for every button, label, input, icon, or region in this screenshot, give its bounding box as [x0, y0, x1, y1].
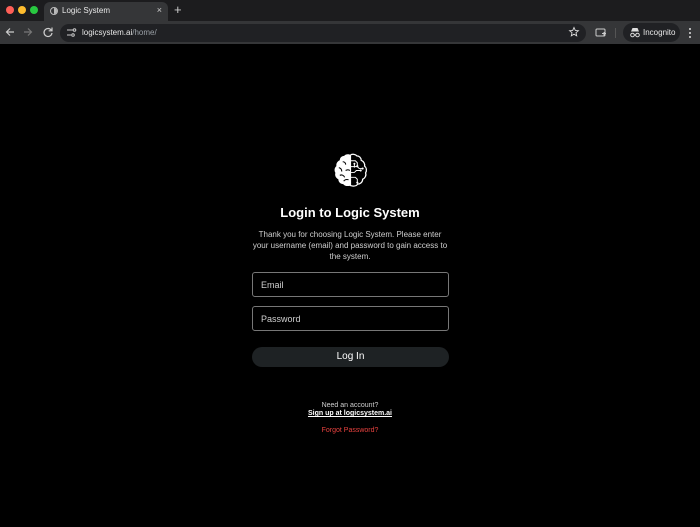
signup-link[interactable]: Sign up at logicsystem.ai: [0, 410, 700, 417]
login-button[interactable]: Log In: [252, 347, 449, 367]
browser-tabstrip: Logic System × +: [0, 0, 700, 21]
page-title: Login to Logic System: [280, 205, 420, 220]
media-controls-icon[interactable]: [595, 27, 607, 39]
incognito-label: Incognito: [643, 28, 676, 37]
incognito-indicator[interactable]: Incognito: [623, 23, 680, 42]
back-arrow-icon[interactable]: [4, 26, 16, 38]
forgot-password-link[interactable]: Forgot Password?: [0, 427, 700, 434]
forward-arrow-icon[interactable]: [22, 26, 34, 38]
page-subtitle: Thank you for choosing Logic System. Ple…: [252, 230, 448, 261]
site-info-icon[interactable]: [66, 27, 77, 38]
browser-toolbar: logicsystem.ai/home/ Incognito: [0, 21, 700, 44]
tab-close-button[interactable]: ×: [157, 5, 162, 15]
new-tab-button[interactable]: +: [174, 2, 182, 17]
address-bar[interactable]: logicsystem.ai/home/: [60, 24, 586, 42]
email-field[interactable]: [252, 272, 449, 297]
tab-title: Logic System: [62, 6, 111, 15]
tab-favicon-icon: [50, 7, 58, 15]
close-window-button[interactable]: [6, 6, 14, 14]
url-text[interactable]: logicsystem.ai/home/: [82, 28, 157, 37]
incognito-icon: [630, 28, 640, 38]
url-host: logicsystem.ai: [82, 28, 133, 37]
reload-icon[interactable]: [42, 26, 54, 38]
toolbar-divider: [615, 28, 616, 38]
minimize-window-button[interactable]: [18, 6, 26, 14]
login-page: Login to Logic System Thank you for choo…: [0, 44, 700, 527]
url-path: /home/: [132, 28, 157, 37]
need-account-text: Need an account?: [321, 402, 379, 409]
password-field[interactable]: [252, 306, 449, 331]
bookmark-star-icon[interactable]: [568, 26, 580, 38]
brain-circuit-icon: [334, 153, 368, 187]
browser-tab[interactable]: Logic System ×: [44, 2, 168, 21]
maximize-window-button[interactable]: [30, 6, 38, 14]
more-menu-icon[interactable]: [686, 26, 694, 40]
